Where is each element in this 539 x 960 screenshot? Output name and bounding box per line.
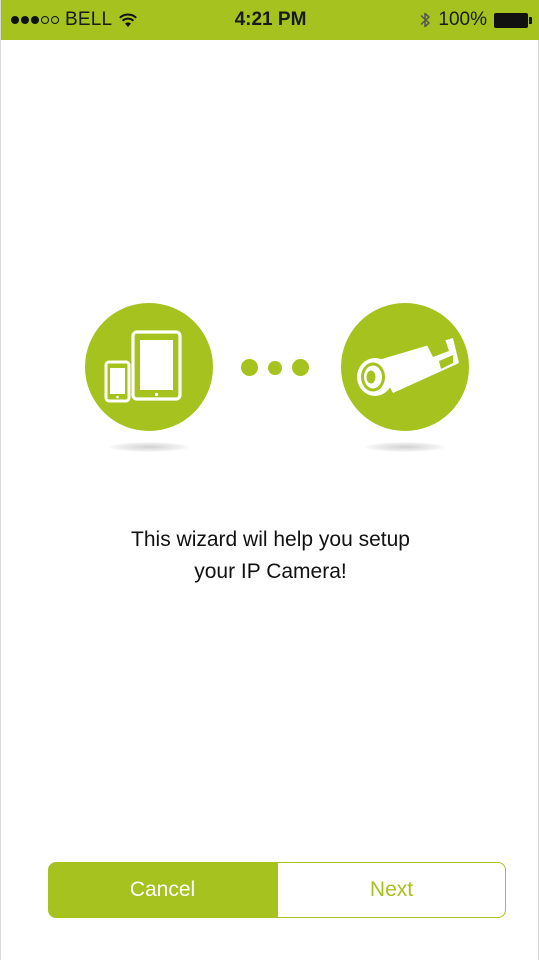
wizard-message-line1: This wizard wil help you setup [131,528,410,551]
next-button[interactable]: Next [277,862,506,918]
battery-percent: 100% [438,9,487,30]
icon-shadow [365,442,445,452]
connector-dot [292,359,309,376]
phone-tablet-icon [85,303,213,431]
setup-illustration [1,295,539,465]
wizard-message-line2: your IP Camera! [194,560,347,583]
dots-icon [241,359,309,376]
status-bar: BELL 4:21 PM 100% [1,0,539,40]
wizard-buttons: Cancel Next [48,862,506,918]
connector-dot [268,360,282,375]
connector-dot [241,359,258,376]
cancel-button[interactable]: Cancel [48,862,277,918]
battery-full-icon [494,12,532,28]
wizard-message: This wizard wil help you setup your IP C… [1,524,539,588]
icon-shadow [109,442,189,452]
bluetooth-icon [420,12,431,28]
ip-camera-icon [341,303,469,431]
status-right: 100% [419,9,532,31]
wizard-screen: BELL 4:21 PM 100% This wizard wil help y… [0,0,539,960]
